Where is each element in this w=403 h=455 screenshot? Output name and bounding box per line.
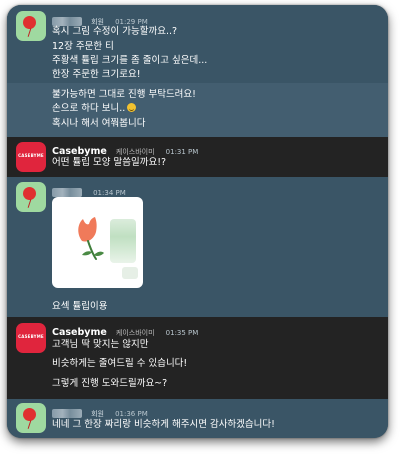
message-business-1: CASEBYME Casebyme 케이스바이미 01:31 PM 어떤 튤립 … [7,137,388,177]
message-line: 어떤 튤립 모양 말씀일까요!? [52,157,167,168]
message-user-1: 회원 01:29 PM 혹시 그림 수정이 가능할까요..? 12장 주문한 티… [7,5,388,83]
sweat-smile-emoji [127,103,137,112]
avatar-logo-text: CASEBYME [18,334,44,339]
blurred-username [52,188,82,197]
message-line: 한장 주문한 크기로요! [52,69,141,80]
message-line: 혹시나 해서 여쭤봅니다 [52,118,146,129]
casebyme-avatar[interactable]: CASEBYME [16,323,46,353]
sender-role: 회원 [91,409,104,418]
message-line: 12장 주문한 티 [52,41,114,52]
message-header: 회원 01:29 PM [52,11,148,26]
message-line: 요섹 튤립이용 [52,301,108,312]
message-header: Casebyme 케이스바이미 01:31 PM [52,141,199,157]
message-header: Casebyme 케이스바이미 01:35 PM [52,322,199,338]
avatar-logo-text: CASEBYME [18,153,44,158]
message-line: 그렇게 진행 도와드릴까요~? [52,378,168,389]
timestamp: 01:31 PM [165,147,199,156]
message-line: 혹시 그림 수정이 가능할까요..? [52,26,178,37]
message-line: 불가능하면 그대로 진행 부탁드려요! [52,89,196,100]
blurred-username [52,409,82,418]
message-header: 01:34 PM [52,182,126,197]
message-line: 주황색 튤립 크기를 좀 줄이고 싶은데... [52,55,208,66]
message-user-continuation: 불가능하면 그대로 진행 부탁드려요! 손으로 하다 보니.. 혹시나 해서 여… [7,83,388,137]
message-line: 네네 그 한장 짜리랑 비슷하게 해주시면 감사하겠습니다! [52,419,275,430]
sender-subtitle: 케이스바이미 [115,328,155,337]
message-header: 회원 01:36 PM [52,403,148,418]
user-avatar[interactable] [16,182,46,212]
message-line: 비슷하게는 줄여드릴 수 있습니다! [52,358,188,369]
sender-subtitle: 케이스바이미 [115,147,155,156]
user-avatar[interactable] [16,403,46,433]
message-user-2: 01:34 PM 요섹 튤립이용 [7,177,388,317]
timestamp: 01:34 PM [93,188,126,197]
message-user-3: 회원 01:36 PM 네네 그 한장 짜리랑 비슷하게 해주시면 감사하겠습니… [7,399,388,438]
user-avatar[interactable] [16,11,46,41]
sender-name: Casebyme [52,327,107,338]
casebyme-avatar[interactable]: CASEBYME [16,142,46,172]
timestamp: 01:36 PM [115,409,148,418]
message-line: 손으로 하다 보니.. [52,102,137,115]
attached-image[interactable] [52,197,143,288]
message-line: 고객님 딱 맞지는 않지만 [52,339,149,350]
message-business-2: CASEBYME Casebyme 케이스바이미 01:35 PM 고객님 딱 … [7,317,388,399]
chat-window: 회원 01:29 PM 혹시 그림 수정이 가능할까요..? 12장 주문한 티… [7,5,388,438]
timestamp: 01:35 PM [165,328,199,337]
